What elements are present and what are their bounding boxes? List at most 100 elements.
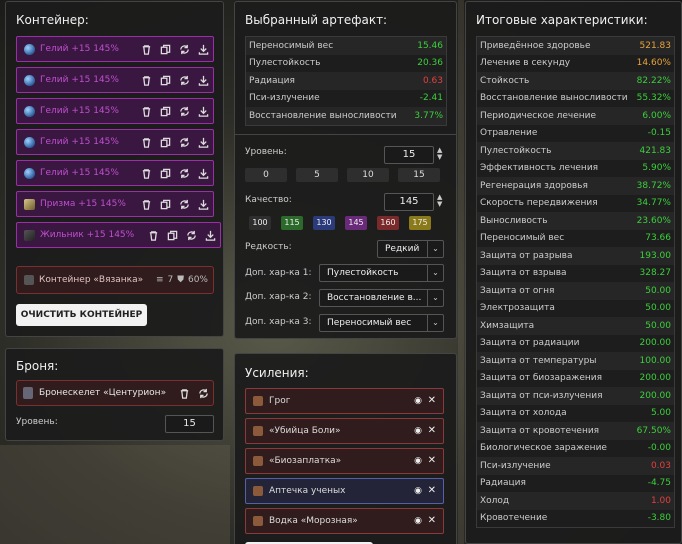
boost-label: «Биозаплатка»	[269, 456, 342, 466]
eye-icon[interactable]: ◉	[414, 426, 422, 436]
level-preset-button[interactable]: 0	[245, 168, 287, 182]
copy-icon[interactable]	[159, 135, 171, 149]
totals-value: 6.00%	[642, 110, 671, 121]
swap-icon[interactable]	[178, 135, 190, 149]
boost-label: «Убийца Боли»	[269, 426, 341, 436]
trash-icon[interactable]	[140, 104, 152, 118]
trash-icon[interactable]	[140, 73, 152, 87]
extra1-select[interactable]: Пулестойкость ⌄	[319, 264, 444, 282]
trash-icon[interactable]	[147, 228, 159, 242]
trash-icon[interactable]	[178, 386, 190, 400]
totals-value: 50.00	[645, 320, 671, 331]
eye-icon[interactable]: ◉	[414, 456, 422, 466]
rarity-select[interactable]: Редкий ⌄	[377, 240, 444, 258]
quality-preset-button[interactable]: 145	[345, 216, 367, 230]
extra2-label: Доп. хар-ка 2:	[245, 292, 312, 302]
eye-icon[interactable]: ◉	[414, 396, 422, 406]
close-icon[interactable]: ✕	[428, 425, 436, 436]
boost-icon	[253, 396, 263, 406]
quality-preset-button[interactable]: 175	[409, 216, 431, 230]
artifact-prop-name: Пулестойкость	[249, 58, 321, 69]
close-icon[interactable]: ✕	[428, 395, 436, 406]
swap-icon[interactable]	[185, 228, 197, 242]
totals-value: 14.60%	[636, 58, 671, 69]
quality-preset-button[interactable]: 160	[377, 216, 399, 230]
totals-row: Эффективность лечения 5.90%	[477, 159, 674, 177]
copy-icon[interactable]	[159, 73, 171, 87]
swap-icon[interactable]	[178, 197, 190, 211]
copy-icon[interactable]	[159, 104, 171, 118]
quality-input[interactable]: 145	[384, 193, 434, 211]
close-icon[interactable]: ✕	[428, 455, 436, 466]
swap-icon[interactable]	[197, 386, 209, 400]
quality-preset-button[interactable]: 100	[249, 216, 271, 230]
download-icon[interactable]	[197, 104, 209, 118]
swap-icon[interactable]	[178, 73, 190, 87]
boost-item[interactable]: Грог ◉ ✕	[245, 388, 444, 414]
quality-preset-button[interactable]: 130	[313, 216, 335, 230]
armor-level-input[interactable]: 15	[165, 415, 214, 433]
close-icon[interactable]: ✕	[428, 485, 436, 496]
copy-icon[interactable]	[159, 197, 171, 211]
swap-icon[interactable]	[178, 104, 190, 118]
trash-icon[interactable]	[140, 197, 152, 211]
armor-item[interactable]: Бронескелет «Центурион»	[16, 380, 214, 406]
download-icon[interactable]	[197, 42, 209, 56]
boost-item[interactable]: «Биозаплатка» ◉ ✕	[245, 448, 444, 474]
container-slot[interactable]: Гелий +15 145%	[16, 129, 214, 155]
eye-icon[interactable]: ◉	[414, 516, 422, 526]
trash-icon[interactable]	[140, 42, 152, 56]
totals-value: 200.00	[639, 390, 672, 401]
quality-preset-button[interactable]: 115	[281, 216, 303, 230]
boosts-title: Усиления:	[245, 366, 309, 380]
level-preset-button[interactable]: 15	[398, 168, 440, 182]
totals-row: Химзащита 50.00	[477, 317, 674, 335]
trash-icon[interactable]	[140, 166, 152, 180]
swap-icon[interactable]	[178, 166, 190, 180]
clear-container-button[interactable]: ОЧИСТИТЬ КОНТЕЙНЕР	[16, 304, 147, 326]
trash-icon[interactable]	[140, 135, 152, 149]
armor-icon	[23, 387, 33, 399]
download-icon[interactable]	[197, 197, 209, 211]
container-slot[interactable]: Гелий +15 145%	[16, 67, 214, 93]
container-slot[interactable]: Жильник +15 145%	[16, 222, 221, 248]
container-item[interactable]: Контейнер «Вязанка» ≡ 7 ⛊ 60%	[16, 266, 214, 294]
armor-level-label: Уровень:	[16, 417, 58, 427]
extra2-select[interactable]: Восстановление в... ⌄	[319, 289, 444, 307]
boosts-panel: Усиления: Грог ◉ ✕ «Убийца Боли» ◉ ✕ «Биозапла…	[234, 353, 457, 544]
boost-item[interactable]: Водка «Морозная» ◉ ✕	[245, 508, 444, 534]
artifact-prop-row: Пси-излучение -2.41	[246, 89, 446, 107]
totals-name: Защита от кровотечения	[480, 425, 600, 436]
helium-icon	[24, 106, 35, 117]
close-icon[interactable]: ✕	[428, 515, 436, 526]
totals-row: Приведённое здоровье 521.83	[477, 37, 674, 55]
artifact-prop-value: 0.63	[422, 75, 443, 86]
level-input[interactable]: 15	[384, 146, 434, 164]
container-slot[interactable]: Гелий +15 145%	[16, 160, 214, 186]
copy-icon[interactable]	[159, 42, 171, 56]
level-spinner[interactable]: ▲ ▼	[437, 147, 442, 161]
totals-value: 67.50%	[636, 425, 671, 436]
copy-icon[interactable]	[159, 166, 171, 180]
download-icon[interactable]	[197, 73, 209, 87]
container-slot[interactable]: Гелий +15 145%	[16, 98, 214, 124]
container-slot-label: Призма +15 145%	[40, 199, 126, 209]
copy-icon[interactable]	[166, 228, 178, 242]
swap-icon[interactable]	[178, 42, 190, 56]
totals-value: -0.00	[647, 443, 671, 454]
boost-item[interactable]: «Убийца Боли» ◉ ✕	[245, 418, 444, 444]
level-preset-button[interactable]: 10	[347, 168, 389, 182]
extra2-value: Восстановление в...	[327, 293, 422, 303]
container-slot[interactable]: Гелий +15 145%	[16, 36, 214, 62]
extra3-select[interactable]: Переносимый вес ⌄	[319, 314, 444, 332]
eye-icon[interactable]: ◉	[414, 486, 422, 496]
quality-spinner[interactable]: ▲ ▼	[437, 194, 442, 208]
download-icon[interactable]	[204, 228, 216, 242]
download-icon[interactable]	[197, 135, 209, 149]
boost-item[interactable]: Аптечка ученых ◉ ✕	[245, 478, 444, 504]
totals-name: Защита от огня	[480, 285, 555, 296]
level-preset-button[interactable]: 5	[296, 168, 338, 182]
totals-name: Периодическое лечение	[480, 110, 597, 121]
container-slot[interactable]: Призма +15 145%	[16, 191, 214, 217]
download-icon[interactable]	[197, 166, 209, 180]
